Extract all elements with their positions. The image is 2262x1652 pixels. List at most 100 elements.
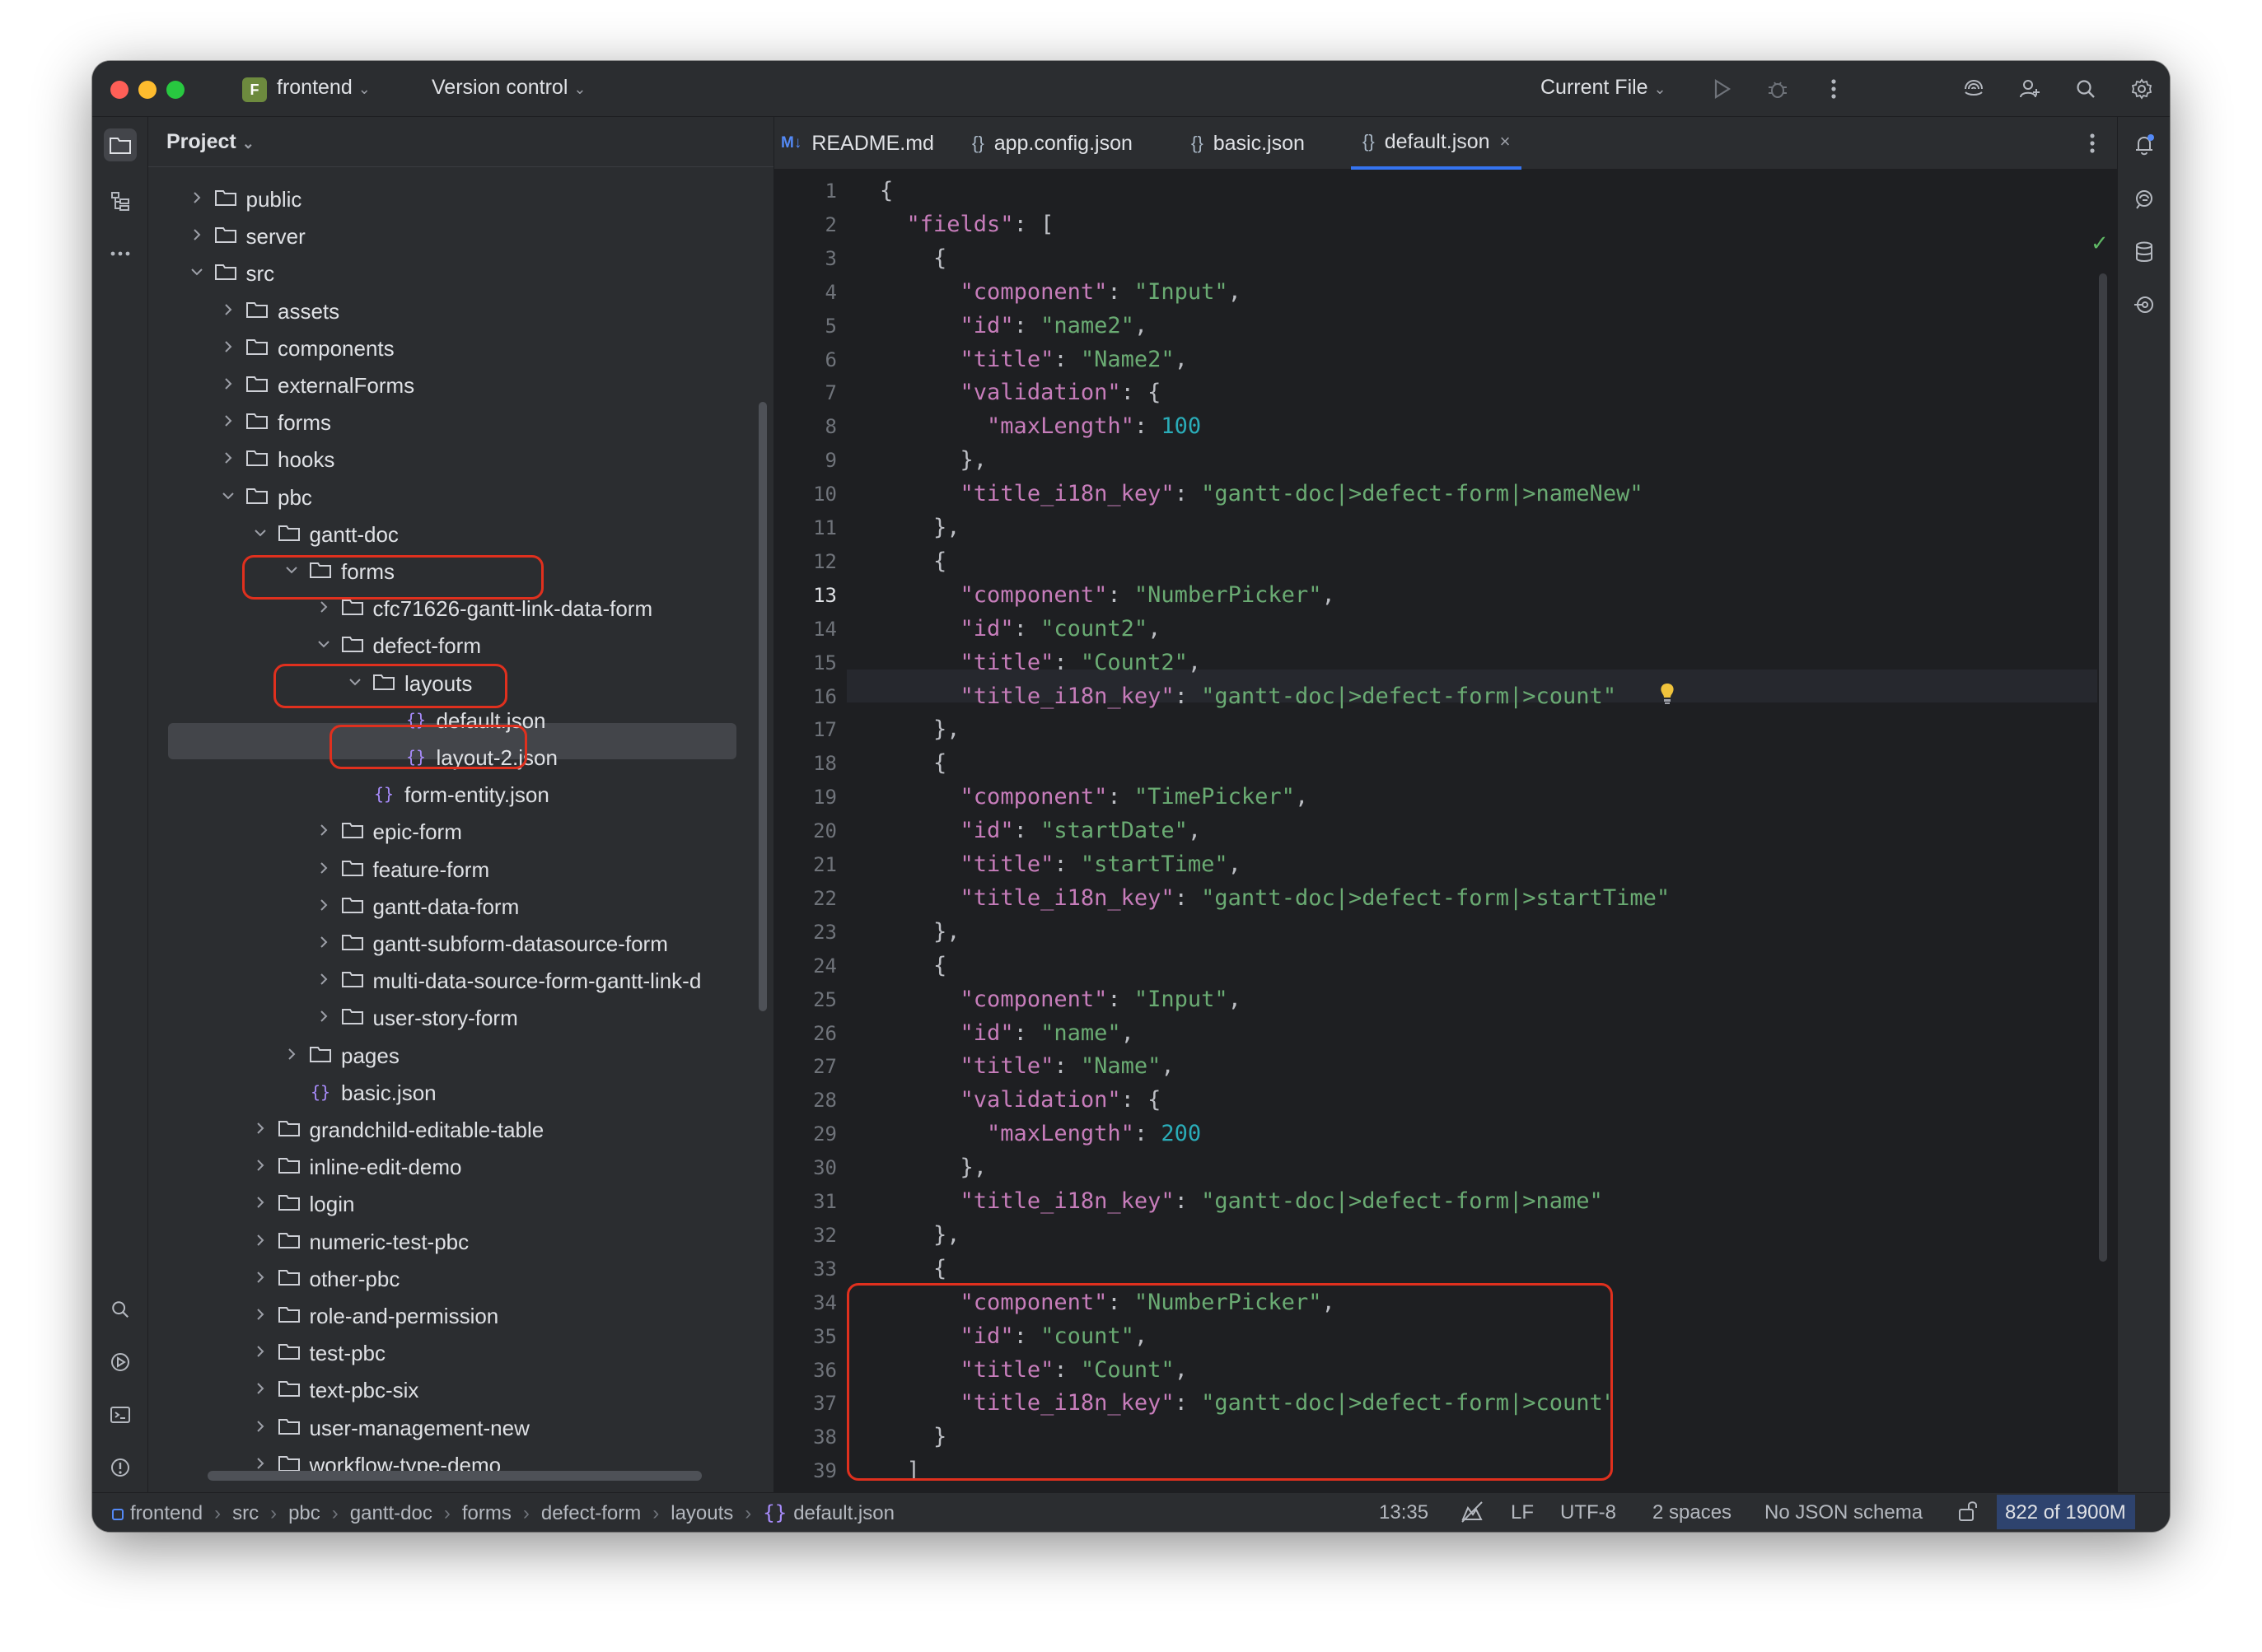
code-line[interactable]: "component": "NumberPicker", [880,582,1335,608]
structure-icon[interactable] [104,184,137,217]
code-line[interactable]: }, [880,716,960,742]
code-line[interactable]: } [880,1424,946,1449]
lock-icon[interactable] [1957,1500,1979,1523]
chevron-right-icon[interactable] [252,1194,269,1211]
code-line[interactable]: "id": "name", [880,1020,1134,1046]
code-line[interactable]: { [880,178,893,203]
breadcrumb-item[interactable]: gantt-doc [350,1502,432,1524]
chevron-right-icon[interactable] [252,1343,269,1360]
tree-item-numeric-test-pbc[interactable]: numeric-test-pbc [148,1224,773,1260]
chevron-right-icon[interactable] [315,897,332,913]
chevron-right-icon[interactable] [220,338,236,355]
search-icon[interactable] [2069,72,2102,105]
breadcrumb-item[interactable]: default.json [793,1502,895,1524]
find-icon[interactable] [104,1293,137,1326]
code-line[interactable]: { [880,245,946,271]
settings-gear-icon[interactable] [2125,72,2158,105]
tree-item-externalforms[interactable]: externalForms [148,367,773,404]
code-line[interactable]: "title_i18n_key": "gantt-doc|>defect-for… [880,481,1643,506]
vcs-menu[interactable]: Version control ⌄ [432,76,586,100]
code-line[interactable]: "component": "TimePicker", [880,784,1309,810]
chevron-right-icon[interactable] [315,599,332,615]
ai-chat-icon[interactable] [2128,183,2161,216]
run-config-selector[interactable]: Current File ⌄ [1540,76,1666,100]
code-line[interactable]: ] [880,1458,920,1483]
ai-assistant-icon[interactable] [1957,72,1990,105]
code-line[interactable]: "id": "count", [880,1323,1148,1349]
code-line[interactable]: "id": "startDate", [880,818,1202,843]
code-line[interactable]: { [880,548,946,574]
tree-item-text-pbc-six[interactable]: text-pbc-six [148,1372,773,1408]
code-line[interactable]: "id": "count2", [880,616,1161,642]
code-line[interactable]: "component": "Input", [880,279,1241,305]
code-line[interactable]: "component": "Input", [880,987,1241,1012]
tree-item-default-json[interactable]: {} default.json [148,702,773,739]
chevron-right-icon[interactable] [220,450,236,466]
tree-item-forms[interactable]: forms [148,404,773,441]
chevron-right-icon[interactable] [220,301,236,318]
tree-item-hooks[interactable]: hooks [148,441,773,478]
breadcrumb-item[interactable]: src [232,1502,259,1524]
chevron-right-icon[interactable] [220,376,236,392]
tab-readme[interactable]: M↓ README.md [781,117,934,170]
tree-item-src[interactable]: src [148,255,773,292]
tree-item-multi-data-source-form-gantt-link-d[interactable]: multi-data-source-form-gantt-link-d [148,963,773,999]
code-line[interactable]: "title_i18n_key": "gantt-doc|>defect-for… [880,1390,1617,1416]
breadcrumb-item[interactable]: pbc [288,1502,320,1524]
tree-item-test-pbc[interactable]: test-pbc [148,1335,773,1371]
tree-item-public[interactable]: public [148,181,773,217]
chevron-down-icon[interactable] [347,674,363,690]
tree-item-pages[interactable]: pages [148,1038,773,1074]
tree-item-gitkeep[interactable]: .gitkeep [148,1484,773,1492]
code-line[interactable]: "title_i18n_key": "gantt-doc|>defect-for… [880,1188,1603,1214]
code-line[interactable]: "maxLength": 200 [880,1121,1201,1146]
code-line[interactable]: "title": "Name2", [880,347,1188,372]
chevron-down-icon[interactable] [252,525,269,541]
tree-item-feature-form[interactable]: feature-form [148,852,773,888]
caret-position[interactable]: 13:35 [1379,1501,1428,1524]
code-line[interactable]: "validation": { [880,1087,1161,1113]
code-line[interactable]: }, [880,447,988,473]
intention-bulb-icon[interactable] [1659,682,1675,705]
code-line[interactable]: }, [880,1155,988,1180]
code-line[interactable]: }, [880,515,960,540]
tree-item-login[interactable]: login [148,1186,773,1222]
code-line[interactable]: "validation": { [880,380,1161,405]
tab-default-json[interactable]: {} default.json × [1351,117,1522,170]
code-line[interactable]: }, [880,919,960,945]
project-vertical-scrollbar[interactable] [759,402,767,1011]
code-line[interactable]: "fields": [ [880,212,1054,237]
chevron-down-icon[interactable] [189,264,205,280]
code-line[interactable]: "title": "Count", [880,1357,1188,1383]
chevron-right-icon[interactable] [315,1008,332,1024]
chevron-down-icon[interactable] [220,488,236,504]
close-window-button[interactable] [110,81,129,99]
tree-item-inline-edit-demo[interactable]: inline-edit-demo [148,1149,773,1185]
code-line[interactable]: "title_i18n_key": "gantt-doc|>defect-for… [880,885,1671,911]
minimize-window-button[interactable] [138,81,157,99]
tree-item-layouts[interactable]: layouts [148,665,773,702]
tree-item-user-story-form[interactable]: user-story-form [148,1000,773,1036]
code-line[interactable]: { [880,953,946,978]
tree-item-other-pbc[interactable]: other-pbc [148,1261,773,1297]
breadcrumb-item[interactable]: layouts [671,1502,733,1524]
maximize-window-button[interactable] [166,81,185,99]
tree-item-user-management-new[interactable]: user-management-new [148,1410,773,1446]
breadcrumb-item[interactable]: frontend [130,1502,203,1524]
tree-item-server[interactable]: server [148,218,773,254]
more-actions-icon[interactable] [1817,72,1850,105]
breadcrumb-item[interactable]: forms [462,1502,512,1524]
chevron-right-icon[interactable] [315,934,332,950]
tab-app-config[interactable]: {} app.config.json [972,117,1133,170]
tree-item-defect-form[interactable]: defect-form [148,628,773,664]
problems-icon[interactable] [104,1451,137,1484]
tree-item-pbc[interactable]: pbc [148,479,773,516]
tree-item-gantt-doc[interactable]: gantt-doc [148,516,773,553]
chevron-right-icon[interactable] [252,1380,269,1397]
chevron-right-icon[interactable] [315,822,332,838]
chevron-right-icon[interactable] [252,1306,269,1323]
code-line[interactable]: "maxLength": 100 [880,413,1201,439]
code-line[interactable]: { [880,1256,946,1281]
code-line[interactable]: { [880,750,946,776]
tree-item-cfc71626-gantt-link-data-form[interactable]: cfc71626-gantt-link-data-form [148,590,773,627]
